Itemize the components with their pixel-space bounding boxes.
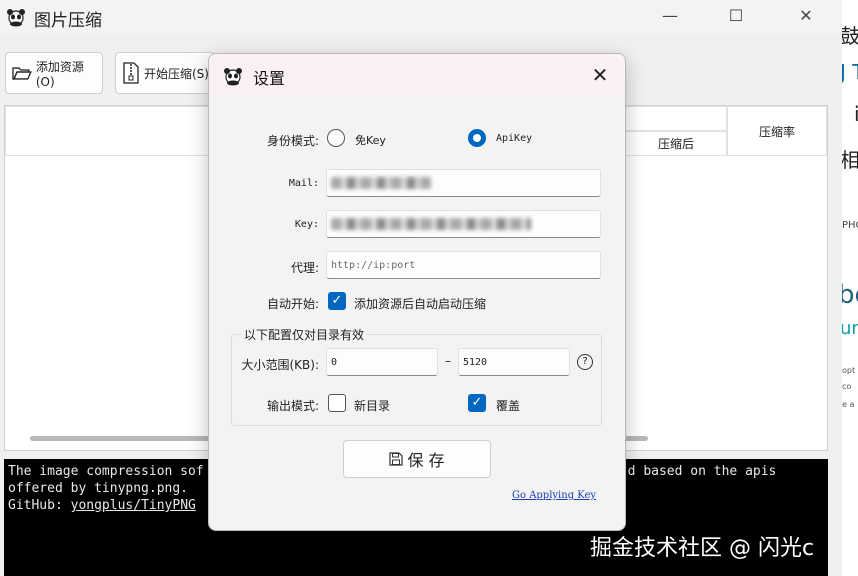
app-title: 图片压缩 — [34, 11, 102, 31]
dialog-close-button[interactable]: ✕ — [589, 64, 611, 86]
save-label: 保 存 — [407, 451, 445, 470]
bg-text-3: i — [854, 102, 858, 126]
zip-file-icon — [123, 62, 139, 84]
size-max-field[interactable]: 5120 — [458, 348, 570, 376]
mail-field[interactable] — [326, 169, 601, 197]
radio-apikey-label: ApiKey — [496, 133, 533, 144]
new-dir-label: 新目录 — [354, 399, 391, 413]
new-dir-checkbox[interactable] — [328, 394, 346, 412]
save-button[interactable]: 保 存 — [343, 440, 491, 478]
bg-text-9: co — [842, 382, 852, 391]
save-icon — [389, 452, 404, 466]
github-link[interactable]: yongplus/TinyPNG — [71, 498, 196, 513]
watermark: 掘金技术社区 @ 闪光c — [590, 536, 815, 561]
auto-start-label: 自动开始: — [266, 297, 319, 311]
bg-text-6: be — [842, 280, 858, 310]
size-range-separator: – — [445, 354, 451, 368]
column-header-after[interactable]: 压缩后 — [625, 131, 727, 156]
directory-options-title: 以下配置仅对目录有效 — [241, 326, 368, 343]
background-window-edge: 鼓 J T i 相 PHO be ur opt co e a — [842, 0, 858, 576]
minimize-button[interactable]: — — [650, 4, 690, 28]
column-header-after-label: 压缩后 — [657, 137, 694, 151]
add-resource-label: 添加资源(O) — [35, 59, 84, 89]
start-compress-button[interactable]: 开始压缩(S) — [115, 52, 215, 94]
help-icon[interactable]: ? — [577, 354, 593, 370]
settings-dialog: 设置 ✕ 身份模式: 免Key ApiKey Mail: Key: 代理: ht… — [208, 53, 626, 531]
column-header-group — [625, 106, 727, 131]
redacted-key — [331, 218, 531, 230]
close-window-button[interactable]: ✕ — [786, 4, 826, 28]
overwrite-checkbox[interactable]: ✓ — [468, 394, 486, 412]
apply-key-link[interactable]: Go Applying Key — [512, 490, 596, 501]
auto-start-checkbox[interactable]: ✓ — [328, 292, 346, 310]
bg-text-7: ur — [842, 318, 858, 339]
bg-text-10: e a — [842, 400, 855, 409]
size-min-field[interactable]: 0 — [326, 348, 438, 376]
overwrite-label: 覆盖 — [496, 399, 521, 413]
console-line-1: The image compression sof — [8, 464, 204, 479]
column-header-ratio-label: 压缩率 — [758, 124, 795, 139]
redacted-mail — [331, 177, 431, 189]
size-range-label: 大小范围(KB): — [241, 358, 319, 372]
bg-text-1: 鼓 — [842, 24, 858, 48]
console-line-2: offered by tinypng.png. — [8, 481, 189, 496]
bg-text-4: 相 — [842, 148, 858, 172]
output-mode-label: 输出模式: — [266, 399, 319, 413]
folder-open-icon — [12, 67, 32, 80]
column-header-ratio[interactable]: 压缩率 — [727, 106, 827, 156]
mail-label: Mail: — [288, 178, 319, 189]
panda-logo-icon — [224, 68, 242, 86]
proxy-label: 代理: — [290, 261, 319, 275]
dialog-title: 设置 — [253, 69, 286, 88]
bg-text-2: J T — [842, 60, 858, 84]
radio-free-key[interactable] — [327, 129, 345, 147]
key-label: Key: — [294, 219, 319, 230]
console-github-label: GitHub: — [8, 498, 71, 513]
panda-logo-icon — [7, 9, 25, 27]
console-line-1-end: d based on the apis — [627, 464, 777, 479]
auto-start-text: 添加资源后自动启动压缩 — [354, 297, 487, 311]
identity-mode-label: 身份模式: — [266, 134, 319, 148]
add-resource-button[interactable]: 添加资源(O) — [5, 52, 103, 94]
radio-apikey[interactable] — [468, 129, 486, 147]
proxy-field[interactable]: http://ip:port — [326, 251, 601, 279]
radio-free-key-label: 免Key — [355, 134, 386, 147]
bg-text-8: opt — [842, 366, 856, 375]
bg-text-5: PHO — [842, 220, 858, 231]
key-field[interactable] — [326, 210, 601, 238]
maximize-button[interactable]: ☐ — [716, 4, 756, 28]
start-compress-label: 开始压缩(S) — [144, 66, 209, 81]
title-bar: 图片压缩 — ☐ ✕ — [0, 0, 842, 34]
